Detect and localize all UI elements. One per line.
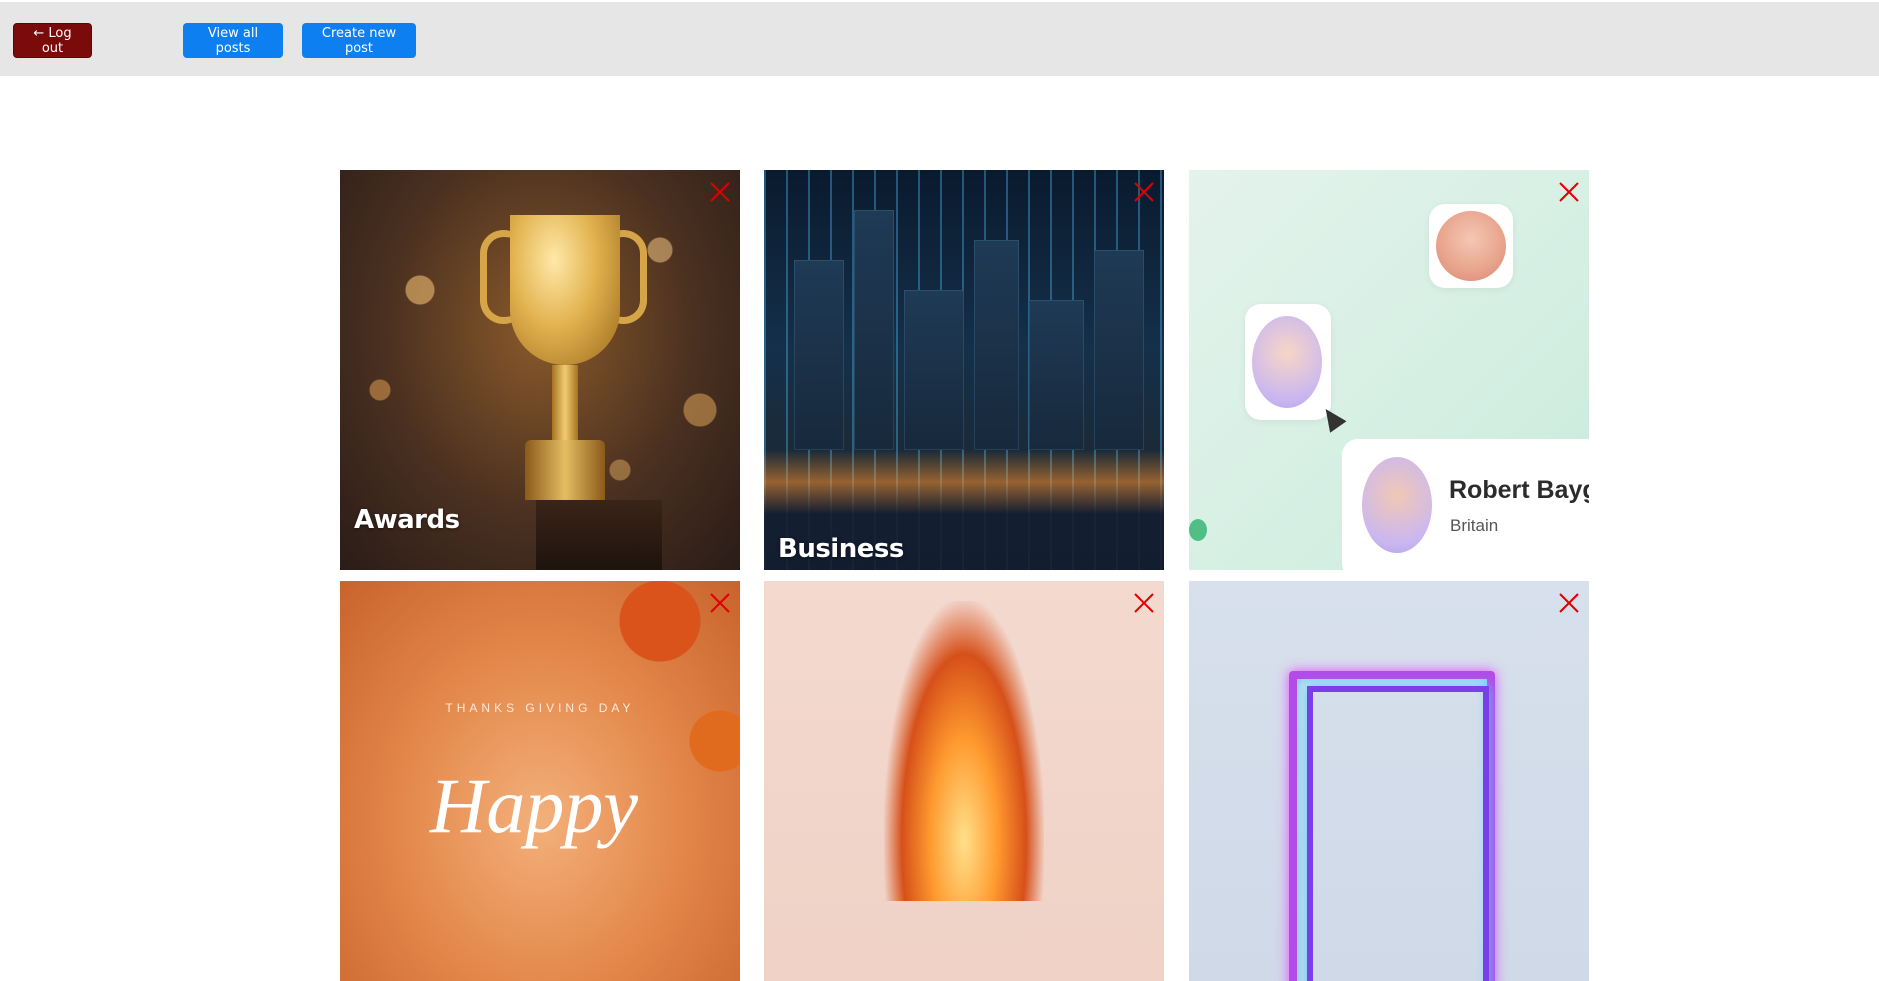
trophy-stem — [552, 365, 578, 445]
delete-post-icon[interactable] — [1132, 180, 1156, 204]
avatar — [1362, 457, 1432, 553]
delete-post-icon[interactable] — [708, 591, 732, 615]
trophy-base-top — [525, 440, 605, 500]
city-building — [904, 290, 964, 450]
post-card-profiles[interactable]: Robert Baygulo Britain — [1189, 170, 1589, 570]
avatar — [1252, 316, 1322, 408]
city-building — [794, 260, 844, 450]
neon-frame-inner — [1307, 686, 1489, 981]
logout-button[interactable]: ← Log out — [13, 23, 92, 58]
card-big-text: Happy — [430, 762, 638, 849]
avatar — [1436, 211, 1506, 281]
delete-post-icon[interactable] — [708, 180, 732, 204]
post-card-awards[interactable]: Awards — [340, 170, 740, 570]
view-all-posts-button[interactable]: View all posts — [183, 23, 283, 58]
post-card-fire[interactable] — [764, 581, 1164, 981]
delete-post-icon[interactable] — [1557, 591, 1581, 615]
trophy-cup — [510, 215, 620, 365]
card-small-text: THANKS GIVING DAY — [445, 701, 635, 715]
post-card-neon-frame[interactable] — [1189, 581, 1589, 981]
post-caption: Awards — [354, 505, 460, 535]
post-card-thanksgiving[interactable]: THANKS GIVING DAY Happy — [340, 581, 740, 981]
city-building — [1094, 250, 1144, 450]
create-new-post-button[interactable]: Create new post — [302, 23, 416, 58]
city-building — [854, 210, 894, 450]
delete-post-icon[interactable] — [1557, 180, 1581, 204]
profile-name: Robert Baygulo — [1449, 476, 1589, 504]
city-building — [1029, 300, 1084, 450]
post-caption: Business — [778, 534, 904, 564]
fire-image — [884, 601, 1044, 901]
city-building — [974, 240, 1019, 450]
profile-country: Britain — [1450, 516, 1499, 535]
post-card-business[interactable]: Business — [764, 170, 1164, 570]
delete-post-icon[interactable] — [1132, 591, 1156, 615]
top-navigation-bar: ← Log out View all posts Create new post — [0, 2, 1879, 76]
status-dot — [1189, 519, 1207, 541]
trophy-base — [536, 500, 662, 570]
